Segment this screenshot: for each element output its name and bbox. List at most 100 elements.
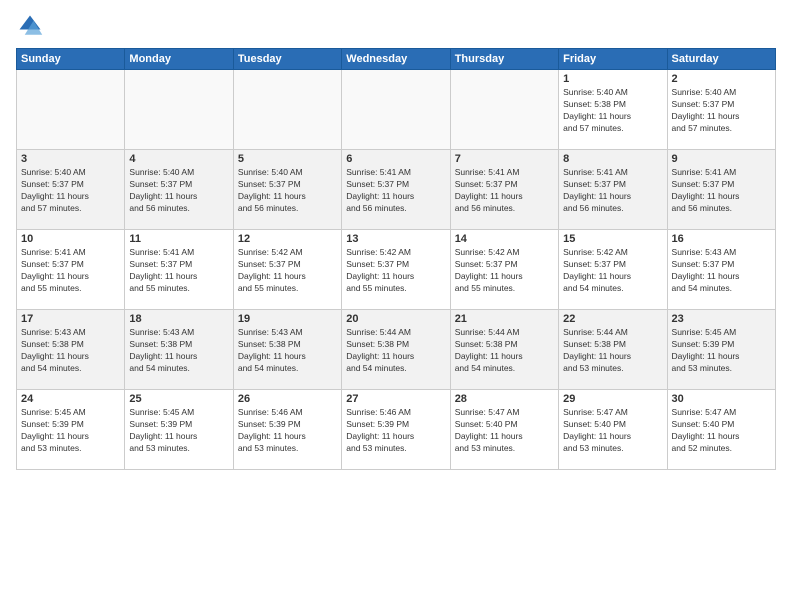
week-row-5: 24 Sunrise: 5:45 AM Sunset: 5:39 PM Dayli… [17,390,776,470]
day-info: Sunrise: 5:46 AM Sunset: 5:39 PM Dayligh… [238,407,337,455]
day-number: 2 [672,73,771,85]
calendar-cell: 20 Sunrise: 5:44 AM Sunset: 5:38 PM Dayli… [342,310,450,390]
day-info: Sunrise: 5:40 AM Sunset: 5:37 PM Dayligh… [238,167,337,215]
calendar-cell: 25Sunrise: 5:45 AM Sunset: 5:39 PM Dayli… [125,390,233,470]
calendar-cell [17,70,125,150]
week-row-1: 1 Sunrise: 5:40 AM Sunset: 5:38 PM Daylig… [17,70,776,150]
logo-icon [16,12,44,40]
day-info: Sunrise: 5:43 AM Sunset: 5:38 PM Dayligh… [21,327,120,375]
day-info: Sunrise: 5:47 AM Sunset: 5:40 PM Dayligh… [672,407,771,455]
calendar-cell: 17 Sunrise: 5:43 AM Sunset: 5:38 PM Dayli… [17,310,125,390]
calendar-cell: 27 Sunrise: 5:46 AM Sunset: 5:39 PM Dayli… [342,390,450,470]
calendar-cell: 29 Sunrise: 5:47 AM Sunset: 5:40 PM Dayli… [559,390,667,470]
calendar-cell: 18 Sunrise: 5:43 AM Sunset: 5:38 PM Dayli… [125,310,233,390]
day-header-saturday: Saturday [667,49,775,70]
day-number: 6 [346,153,445,165]
day-info: Sunrise: 5:40 AM Sunset: 5:38 PM Dayligh… [563,87,662,135]
day-header-wednesday: Wednesday [342,49,450,70]
day-number: 10 [21,233,120,245]
day-info: Sunrise: 5:43 AM Sunset: 5:38 PM Dayligh… [129,327,228,375]
calendar-cell: 23 Sunrise: 5:45 AM Sunset: 5:39 PM Dayli… [667,310,775,390]
day-number: 17 [21,313,120,325]
calendar-cell: 14 Sunrise: 5:42 AM Sunset: 5:37 PM Dayli… [450,230,558,310]
calendar-cell: 9 Sunrise: 5:41 AM Sunset: 5:37 PM Daylig… [667,150,775,230]
day-number: 29 [563,393,662,405]
calendar-cell: 28 Sunrise: 5:47 AM Sunset: 5:40 PM Dayli… [450,390,558,470]
day-number: 24 [21,393,120,405]
day-info: Sunrise: 5:46 AM Sunset: 5:39 PM Dayligh… [346,407,445,455]
day-number: 9 [672,153,771,165]
day-number: 8 [563,153,662,165]
day-info: Sunrise: 5:45 AM Sunset: 5:39 PM Dayligh… [672,327,771,375]
day-info: Sunrise: 5:42 AM Sunset: 5:37 PM Dayligh… [238,247,337,295]
day-info: Sunrise: 5:43 AM Sunset: 5:38 PM Dayligh… [238,327,337,375]
calendar-cell: 13 Sunrise: 5:42 AM Sunset: 5:37 PM Dayli… [342,230,450,310]
calendar-cell: 26 Sunrise: 5:46 AM Sunset: 5:39 PM Dayli… [233,390,341,470]
day-number: 15 [563,233,662,245]
day-number: 5 [238,153,337,165]
calendar-cell: 12 Sunrise: 5:42 AM Sunset: 5:37 PM Dayli… [233,230,341,310]
calendar-cell: 7Sunrise: 5:41 AM Sunset: 5:37 PM Daylig… [450,150,558,230]
calendar-cell: 3 Sunrise: 5:40 AM Sunset: 5:37 PM Daylig… [17,150,125,230]
calendar-cell: 1 Sunrise: 5:40 AM Sunset: 5:38 PM Daylig… [559,70,667,150]
day-header-thursday: Thursday [450,49,558,70]
day-number: 27 [346,393,445,405]
day-number: 23 [672,313,771,325]
day-number: 16 [672,233,771,245]
calendar-cell: 24 Sunrise: 5:45 AM Sunset: 5:39 PM Dayli… [17,390,125,470]
day-number: 20 [346,313,445,325]
day-number: 28 [455,393,554,405]
day-info: Sunrise: 5:44 AM Sunset: 5:38 PM Dayligh… [346,327,445,375]
day-number: 4 [129,153,228,165]
week-row-3: 10Sunrise: 5:41 AM Sunset: 5:37 PM Dayli… [17,230,776,310]
calendar-cell: 11Sunrise: 5:41 AM Sunset: 5:37 PM Dayli… [125,230,233,310]
calendar-cell: 30 Sunrise: 5:47 AM Sunset: 5:40 PM Dayli… [667,390,775,470]
header-row: SundayMondayTuesdayWednesdayThursdayFrid… [17,49,776,70]
calendar-cell: 21 Sunrise: 5:44 AM Sunset: 5:38 PM Dayli… [450,310,558,390]
day-number: 18 [129,313,228,325]
day-number: 7 [455,153,554,165]
day-number: 13 [346,233,445,245]
day-info: Sunrise: 5:41 AM Sunset: 5:37 PM Dayligh… [346,167,445,215]
calendar-cell: 6 Sunrise: 5:41 AM Sunset: 5:37 PM Daylig… [342,150,450,230]
day-info: Sunrise: 5:42 AM Sunset: 5:37 PM Dayligh… [563,247,662,295]
day-number: 1 [563,73,662,85]
day-number: 3 [21,153,120,165]
day-info: Sunrise: 5:43 AM Sunset: 5:37 PM Dayligh… [672,247,771,295]
calendar-cell [450,70,558,150]
calendar-header: SundayMondayTuesdayWednesdayThursdayFrid… [17,49,776,70]
day-number: 19 [238,313,337,325]
page: SundayMondayTuesdayWednesdayThursdayFrid… [0,0,792,612]
calendar-cell: 19 Sunrise: 5:43 AM Sunset: 5:38 PM Dayli… [233,310,341,390]
week-row-4: 17 Sunrise: 5:43 AM Sunset: 5:38 PM Dayli… [17,310,776,390]
calendar-cell: 5 Sunrise: 5:40 AM Sunset: 5:37 PM Daylig… [233,150,341,230]
day-info: Sunrise: 5:47 AM Sunset: 5:40 PM Dayligh… [563,407,662,455]
calendar-cell: 16 Sunrise: 5:43 AM Sunset: 5:37 PM Dayli… [667,230,775,310]
day-info: Sunrise: 5:45 AM Sunset: 5:39 PM Dayligh… [21,407,120,455]
day-info: Sunrise: 5:44 AM Sunset: 5:38 PM Dayligh… [455,327,554,375]
day-info: Sunrise: 5:41 AM Sunset: 5:37 PM Dayligh… [672,167,771,215]
calendar-body: 1 Sunrise: 5:40 AM Sunset: 5:38 PM Daylig… [17,70,776,470]
calendar-table: SundayMondayTuesdayWednesdayThursdayFrid… [16,48,776,470]
week-row-2: 3 Sunrise: 5:40 AM Sunset: 5:37 PM Daylig… [17,150,776,230]
day-header-monday: Monday [125,49,233,70]
day-number: 22 [563,313,662,325]
calendar-cell [342,70,450,150]
day-number: 14 [455,233,554,245]
day-number: 12 [238,233,337,245]
day-info: Sunrise: 5:40 AM Sunset: 5:37 PM Dayligh… [129,167,228,215]
day-number: 21 [455,313,554,325]
day-info: Sunrise: 5:47 AM Sunset: 5:40 PM Dayligh… [455,407,554,455]
day-number: 26 [238,393,337,405]
calendar-cell: 4 Sunrise: 5:40 AM Sunset: 5:37 PM Daylig… [125,150,233,230]
calendar-cell: 10Sunrise: 5:41 AM Sunset: 5:37 PM Dayli… [17,230,125,310]
header [16,12,776,40]
calendar-cell [125,70,233,150]
day-info: Sunrise: 5:42 AM Sunset: 5:37 PM Dayligh… [346,247,445,295]
day-number: 30 [672,393,771,405]
day-info: Sunrise: 5:40 AM Sunset: 5:37 PM Dayligh… [21,167,120,215]
day-info: Sunrise: 5:41 AM Sunset: 5:37 PM Dayligh… [563,167,662,215]
day-info: Sunrise: 5:42 AM Sunset: 5:37 PM Dayligh… [455,247,554,295]
calendar-cell: 2Sunrise: 5:40 AM Sunset: 5:37 PM Daylig… [667,70,775,150]
calendar-cell: 8 Sunrise: 5:41 AM Sunset: 5:37 PM Daylig… [559,150,667,230]
